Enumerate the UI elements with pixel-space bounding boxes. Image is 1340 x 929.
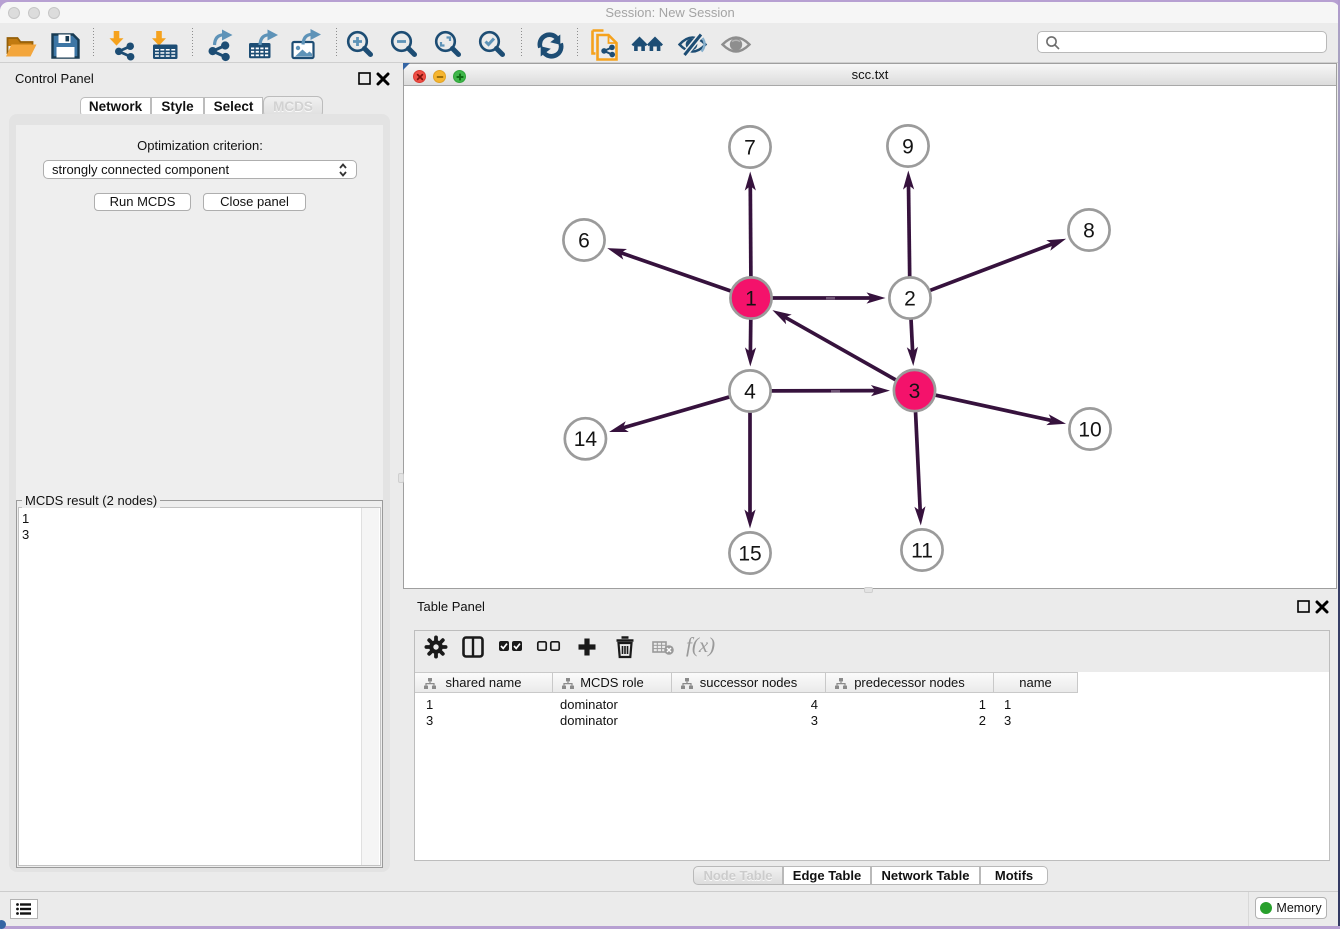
svg-text:4: 4 xyxy=(744,380,756,403)
svg-text:3: 3 xyxy=(909,380,921,403)
svg-text:11: 11 xyxy=(911,539,933,562)
svg-text:1: 1 xyxy=(745,287,757,310)
svg-text:8: 8 xyxy=(1083,219,1095,242)
svg-text:7: 7 xyxy=(744,136,756,159)
svg-text:2: 2 xyxy=(904,287,916,310)
svg-text:10: 10 xyxy=(1078,418,1101,441)
svg-text:14: 14 xyxy=(574,428,598,451)
svg-text:9: 9 xyxy=(902,135,914,158)
svg-text:6: 6 xyxy=(578,229,590,252)
svg-text:15: 15 xyxy=(738,542,761,565)
